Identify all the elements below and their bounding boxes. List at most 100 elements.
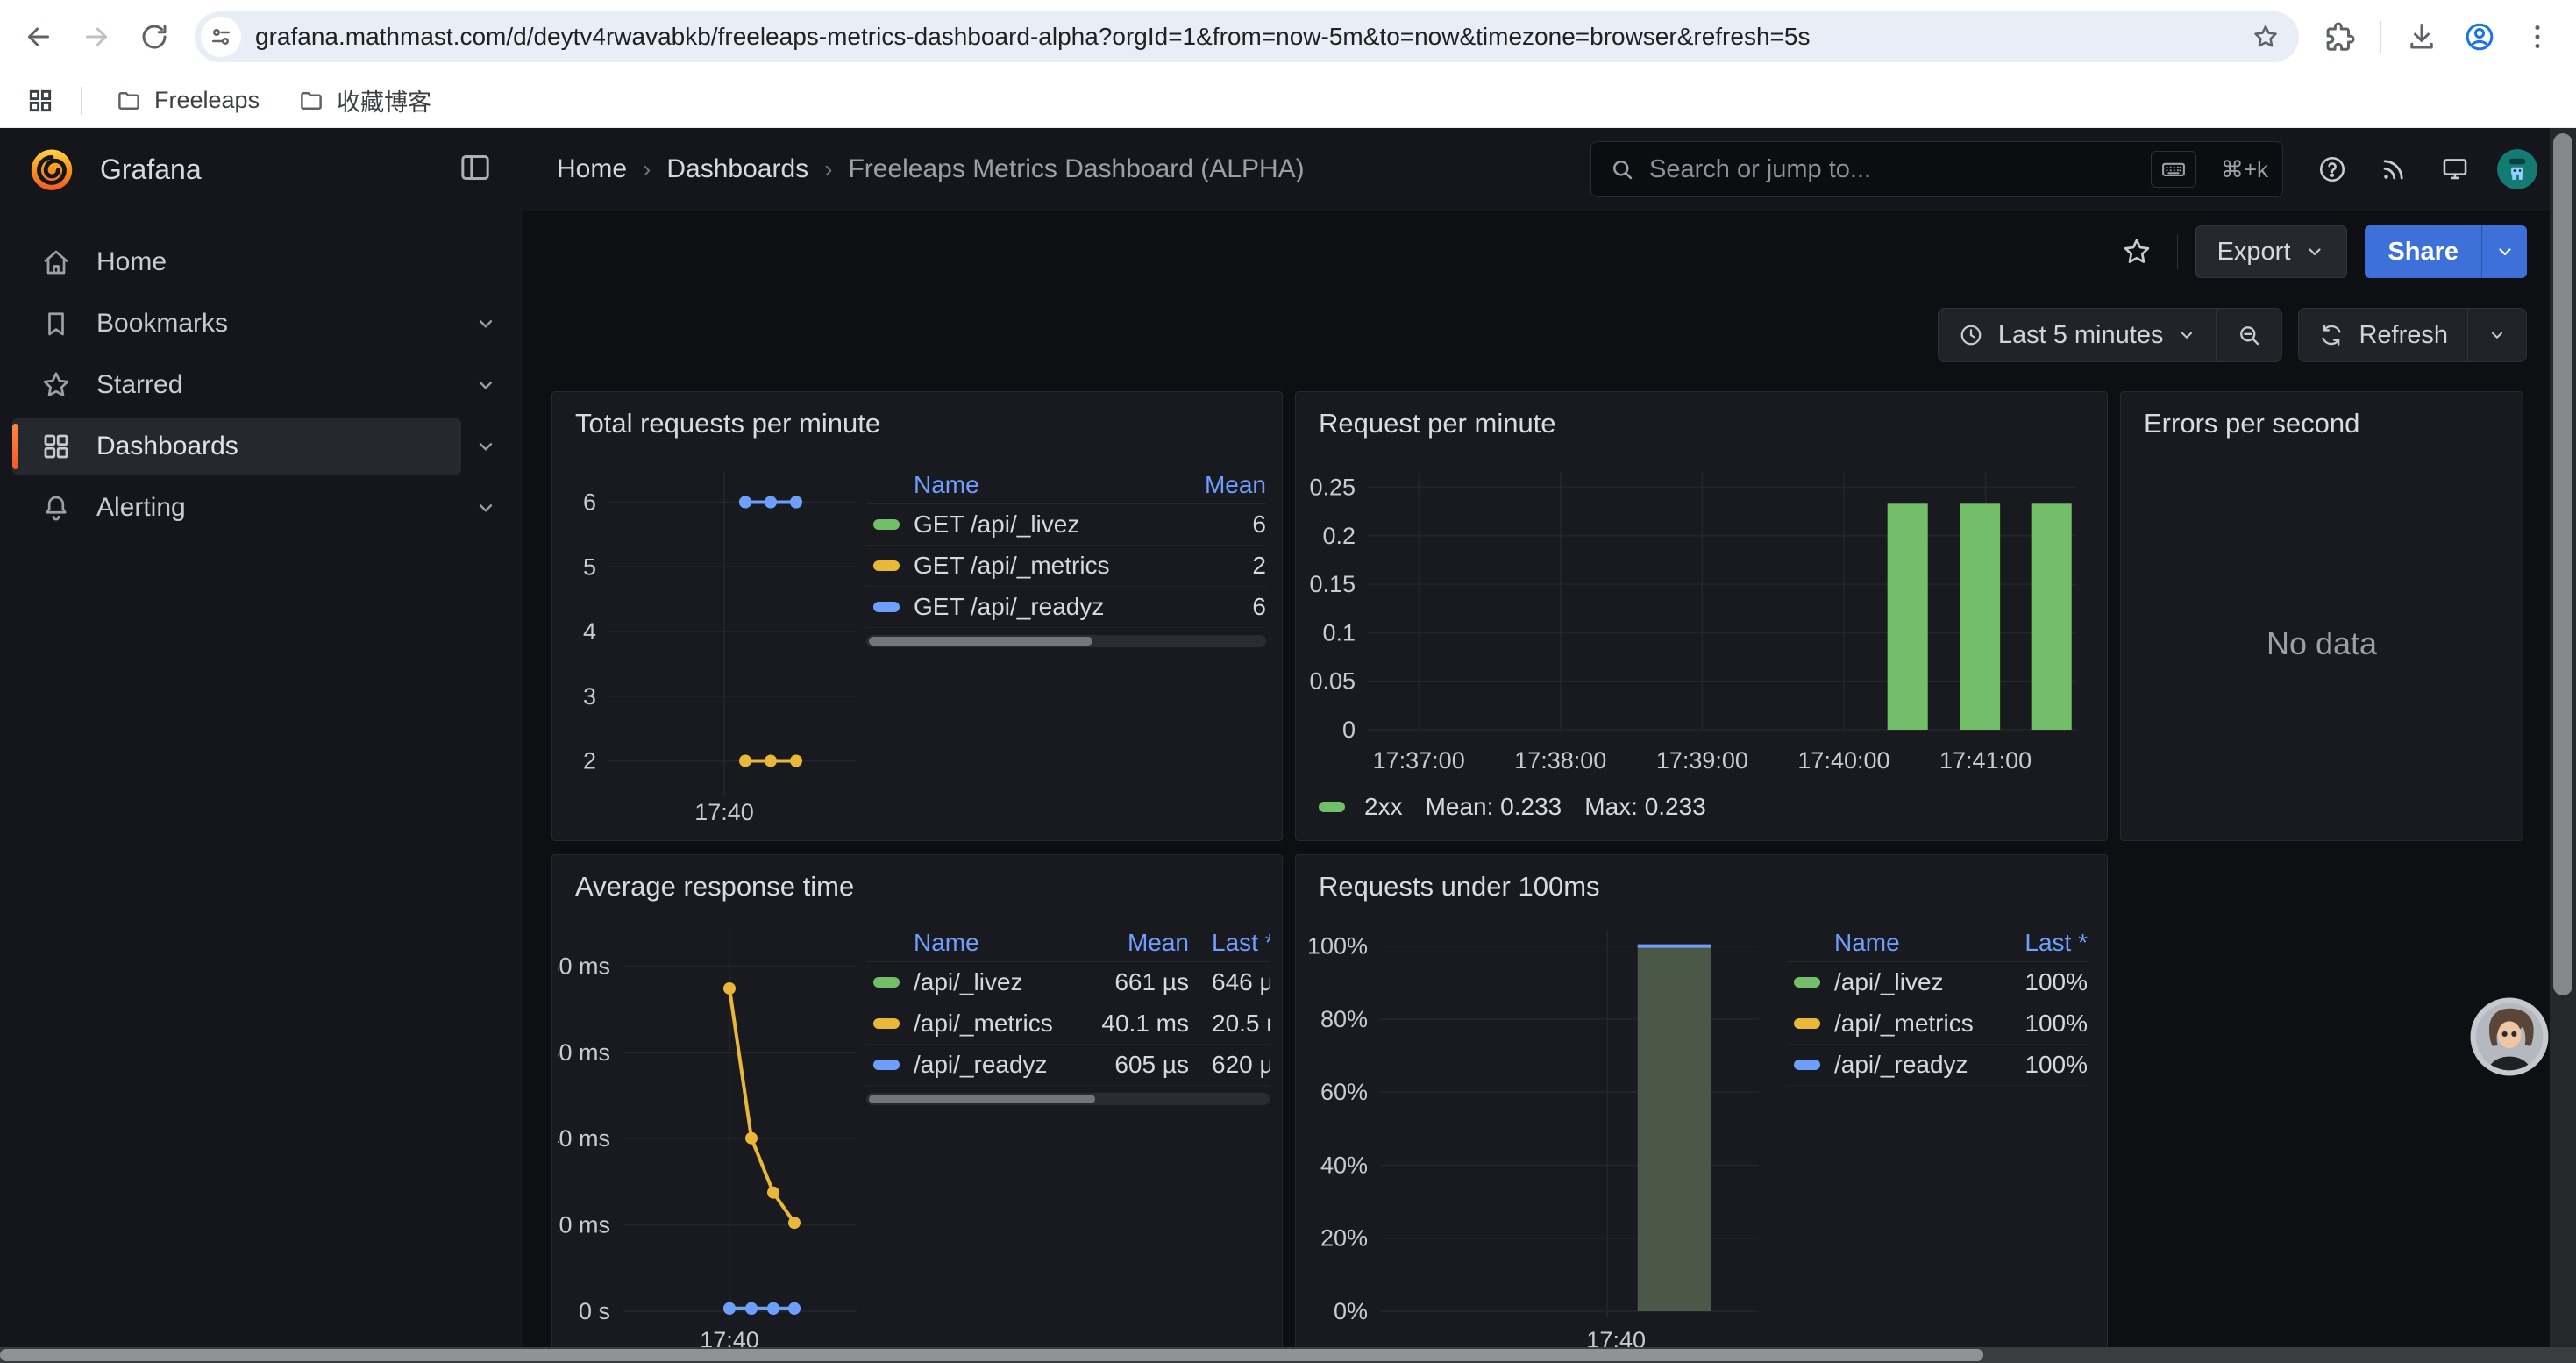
time-range-picker[interactable]: Last 5 minutes: [1939, 309, 2217, 361]
series-color-swatch[interactable]: [1794, 1060, 1820, 1070]
back-button[interactable]: [12, 11, 65, 63]
bookmark-page-button[interactable]: [2245, 16, 2287, 58]
zoom-out-button[interactable]: [2216, 309, 2281, 361]
series-color-swatch[interactable]: [873, 1060, 900, 1070]
legend-row[interactable]: /api/_metrics40.1 ms20.5 ms: [866, 1003, 1270, 1045]
sidebar-item-link-dashboards[interactable]: Dashboards: [12, 418, 461, 475]
help-button[interactable]: [2308, 145, 2357, 194]
breadcrumb-item[interactable]: Dashboards: [666, 154, 808, 184]
legend-col-mean[interactable]: Mean: [1152, 471, 1266, 499]
series-color-swatch[interactable]: [873, 1018, 900, 1029]
series-color-swatch[interactable]: [873, 977, 900, 988]
legend-row[interactable]: /api/_metrics100%: [1787, 1003, 2088, 1045]
legend-table-scrollbar[interactable]: [866, 1093, 1270, 1105]
chevron-down-icon[interactable]: [461, 360, 510, 410]
series-color-swatch[interactable]: [873, 519, 900, 530]
request-per-minute-chart[interactable]: 0.250.20.150.10.05017:37:0017:38:0017:39…: [1305, 455, 2085, 784]
vertical-scrollbar-thumb[interactable]: [2553, 133, 2572, 995]
avg-response-time-chart[interactable]: 80 ms60 ms40 ms20 ms0 s17:40: [558, 918, 865, 1357]
share-button[interactable]: Share: [2365, 225, 2527, 278]
vertical-scrollbar[interactable]: [2550, 128, 2576, 1347]
legend-row[interactable]: GET /api/_readyz6: [866, 587, 1266, 628]
legend-row[interactable]: /api/_readyz100%: [1787, 1045, 2088, 1086]
sidebar-item-label: Alerting: [96, 493, 186, 523]
horizontal-scrollbar[interactable]: [0, 1347, 2576, 1363]
legend-col-last[interactable]: Last *: [1982, 929, 2088, 957]
user-avatar[interactable]: [2497, 149, 2537, 189]
legend-series-name[interactable]: 2xx: [1364, 793, 1403, 821]
breadcrumb-item[interactable]: Home: [557, 154, 627, 184]
url-bar[interactable]: grafana.mathmast.com/d/deytv4rwavabkb/fr…: [195, 11, 2299, 62]
legend-table-scrollbar-thumb[interactable]: [869, 637, 1092, 646]
url-text[interactable]: grafana.mathmast.com/d/deytv4rwavabkb/fr…: [255, 23, 2245, 51]
panel-title[interactable]: Requests under 100ms: [1319, 871, 1600, 903]
legend-row[interactable]: GET /api/_livez6: [866, 504, 1266, 546]
series-color-swatch[interactable]: [1794, 977, 1820, 988]
legend-row[interactable]: /api/_livez100%: [1787, 962, 2088, 1003]
total-requests-chart[interactable]: 6543217:40: [558, 460, 865, 829]
legend-col-name[interactable]: Name: [866, 471, 1152, 499]
reload-button[interactable]: [128, 11, 181, 63]
panel-title[interactable]: Total requests per minute: [575, 408, 880, 439]
profile-button[interactable]: [2453, 11, 2506, 63]
legend-col-mean[interactable]: Mean: [1057, 929, 1189, 957]
panel-title[interactable]: Request per minute: [1319, 408, 1556, 439]
legend[interactable]: 2xxMean: 0.233Max: 0.233: [1319, 793, 1706, 821]
svg-text:20 ms: 20 ms: [558, 1212, 610, 1238]
panel-title[interactable]: Errors per second: [2144, 408, 2359, 439]
legend-row[interactable]: /api/_readyz605 µs620 µs: [866, 1045, 1270, 1086]
bookmark-folder-freeleaps[interactable]: Freeleaps: [100, 80, 275, 121]
chevron-down-icon[interactable]: [461, 422, 510, 471]
series-color-swatch[interactable]: [873, 602, 900, 612]
svg-text:40 ms: 40 ms: [558, 1125, 610, 1152]
sidebar-item-link-starred[interactable]: Starred: [12, 357, 461, 413]
forward-icon: [81, 21, 112, 53]
chevron-down-icon: [2494, 241, 2516, 262]
legend-stat: Max: 0.233: [1584, 793, 1706, 821]
dock-menu-button[interactable]: [458, 150, 496, 189]
sidebar-item-link-bookmarks[interactable]: Bookmarks: [12, 296, 461, 352]
brand-title: Grafana: [100, 153, 435, 186]
sidebar-item-link-alerting[interactable]: Alerting: [12, 480, 461, 536]
site-settings-button[interactable]: [201, 17, 241, 57]
forward-button[interactable]: [70, 11, 123, 63]
legend-col-name[interactable]: Name: [866, 929, 1057, 957]
refresh-interval-button[interactable]: [2467, 309, 2526, 361]
series-label: /api/_livez: [914, 968, 1023, 996]
favorite-dashboard-button[interactable]: [2114, 229, 2160, 275]
export-button[interactable]: Export: [2195, 225, 2348, 278]
legend-table-scrollbar[interactable]: [866, 635, 1266, 647]
chevron-down-icon[interactable]: [461, 299, 510, 348]
series-color-swatch[interactable]: [1794, 1018, 1820, 1029]
series-label: /api/_readyz: [1834, 1051, 1968, 1079]
refresh-button[interactable]: Refresh: [2299, 309, 2467, 361]
legend-table-scrollbar-thumb[interactable]: [869, 1095, 1095, 1103]
legend-table: NameMean GET /api/_livez6GET /api/_metric…: [866, 466, 1266, 647]
downloads-button[interactable]: [2395, 11, 2448, 63]
apps-grid-button[interactable]: [18, 78, 63, 124]
news-button[interactable]: [2369, 145, 2418, 194]
horizontal-scrollbar-thumb[interactable]: [0, 1349, 1983, 1361]
breadcrumb-item[interactable]: Freeleaps Metrics Dashboard (ALPHA): [848, 154, 1304, 184]
requests-under-100ms-chart[interactable]: 100%80%60%40%20%0%17:40: [1305, 918, 1769, 1357]
browser-menu-button[interactable]: [2511, 11, 2564, 63]
panel-request-per-minute: Request per minute 0.250.20.150.10.05017…: [1295, 391, 2108, 841]
refresh-group: Refresh: [2298, 308, 2527, 362]
sidebar-item-link-home[interactable]: Home: [12, 234, 510, 290]
legend-row[interactable]: GET /api/_metrics2: [866, 546, 1266, 587]
grafana-app: Grafana HomeBookmarksStarredDashboardsAl…: [0, 128, 2576, 1363]
search-input[interactable]: Search or jump to... ⌘+k: [1590, 141, 2283, 197]
keyboard-icon: [2160, 156, 2187, 182]
panel-total-requests: Total requests per minute 6543217:40 Nam…: [551, 391, 1283, 841]
share-menu-button[interactable]: [2481, 225, 2527, 278]
legend-row[interactable]: /api/_livez661 µs646 µs: [866, 962, 1270, 1003]
floating-assistant-avatar[interactable]: [2469, 996, 2550, 1077]
chevron-down-icon[interactable]: [461, 483, 510, 532]
series-color-swatch[interactable]: [873, 560, 900, 571]
panel-title[interactable]: Average response time: [575, 871, 854, 903]
bookmark-folder-blogs[interactable]: 收藏博客: [282, 76, 447, 125]
extensions-button[interactable]: [2313, 11, 2366, 63]
kiosk-mode-button[interactable]: [2430, 145, 2480, 194]
legend-col-name[interactable]: Name: [1787, 929, 1982, 957]
legend-col-last[interactable]: Last *: [1212, 929, 1270, 957]
